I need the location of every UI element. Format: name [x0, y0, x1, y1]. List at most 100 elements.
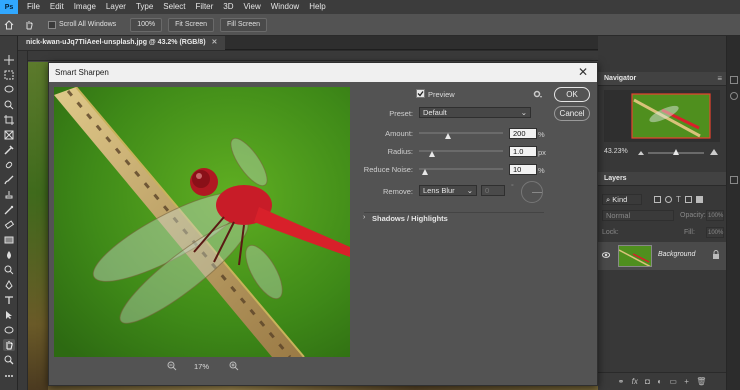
navigator-panel-header: Navigator ≡ — [598, 72, 726, 86]
adjustment-layer-icon[interactable]: ◐ — [657, 377, 662, 386]
menu-select[interactable]: Select — [158, 0, 190, 14]
ellipse-tool-icon[interactable] — [3, 324, 15, 336]
preset-select[interactable]: Default ⌄ — [419, 107, 531, 118]
smart-object-filter-icon[interactable] — [695, 196, 703, 203]
fx-icon[interactable]: fx — [632, 377, 638, 386]
fill-field[interactable]: 100% — [706, 227, 724, 238]
trash-icon[interactable]: 🗑 — [696, 377, 706, 386]
layer-filter-kind[interactable]: ⌕ Kind — [602, 194, 642, 205]
dock-icon-3[interactable] — [730, 176, 738, 184]
close-tab-icon[interactable]: ✕ — [212, 36, 218, 50]
shadows-highlights-toggle[interactable]: Shadows / Highlights — [372, 214, 448, 223]
cancel-button[interactable]: Cancel — [554, 106, 590, 121]
move-tool-icon[interactable] — [3, 54, 15, 66]
healing-brush-tool-icon[interactable] — [3, 159, 15, 171]
photoshop-logo-icon[interactable]: Ps — [0, 0, 18, 14]
path-selection-tool-icon[interactable] — [3, 309, 15, 321]
brush-tool-icon[interactable] — [3, 174, 15, 186]
dock-icon-2[interactable] — [730, 92, 738, 100]
menu-help[interactable]: Help — [304, 0, 330, 14]
navigator-slider-thumb[interactable] — [673, 149, 679, 155]
zoom-out-mountain-icon[interactable] — [638, 149, 644, 155]
eyedropper-tool-icon[interactable] — [3, 144, 15, 156]
lock-icon — [712, 250, 720, 260]
zoom-100-button[interactable]: 100% — [130, 17, 163, 32]
menu-view[interactable]: View — [239, 0, 266, 14]
zoom-in-icon[interactable] — [229, 361, 239, 371]
crop-tool-icon[interactable] — [3, 114, 15, 126]
zoom-out-icon[interactable] — [167, 361, 177, 371]
scroll-all-windows-checkbox[interactable]: Scroll All Windows — [48, 20, 116, 29]
zoom-in-mountain-icon[interactable] — [710, 148, 718, 155]
angle-dial[interactable] — [521, 181, 543, 203]
menu-file[interactable]: File — [22, 0, 45, 14]
hand-tool-icon[interactable] — [18, 20, 40, 30]
menu-filter[interactable]: Filter — [191, 0, 219, 14]
layer-name[interactable]: Background — [658, 251, 695, 258]
link-layers-icon[interactable]: ⚭ — [618, 377, 625, 386]
menu-edit[interactable]: Edit — [45, 0, 69, 14]
dock-icon-1[interactable] — [730, 76, 738, 84]
clone-stamp-tool-icon[interactable] — [3, 189, 15, 201]
layers-title[interactable]: Layers — [604, 175, 627, 182]
zoom-tool-icon[interactable] — [3, 354, 15, 366]
document-tab-title: nick-kwan-uJq7TIiAeel-unsplash.jpg @ 43.… — [26, 39, 206, 46]
remove-select[interactable]: Lens Blur ⌄ — [419, 185, 477, 196]
pen-tool-icon[interactable] — [3, 279, 15, 291]
type-filter-icon[interactable]: T — [676, 195, 681, 204]
pixel-filter-icon[interactable] — [654, 196, 661, 203]
adjustment-filter-icon[interactable] — [665, 196, 672, 203]
document-tab[interactable]: nick-kwan-uJq7TIiAeel-unsplash.jpg @ 43.… — [18, 36, 226, 50]
panel-menu-icon[interactable]: ≡ — [717, 74, 722, 83]
angle-field[interactable]: 0 — [481, 185, 505, 196]
layer-thumbnail — [618, 245, 652, 267]
group-icon[interactable]: ▭ — [669, 377, 677, 386]
menu-type[interactable]: Type — [131, 0, 158, 14]
menu-3d[interactable]: 3D — [218, 0, 238, 14]
blur-tool-icon[interactable] — [3, 249, 15, 261]
frame-tool-icon[interactable] — [3, 129, 15, 141]
navigator-thumbnail[interactable] — [604, 90, 720, 142]
preview-image[interactable] — [54, 87, 350, 357]
preview-checkbox[interactable] — [416, 89, 425, 98]
type-tool-icon[interactable] — [3, 294, 15, 306]
canvas-image-left-edge — [28, 62, 48, 390]
fit-screen-button[interactable]: Fit Screen — [168, 17, 214, 32]
blend-mode-select[interactable]: Normal — [602, 210, 674, 221]
marquee-tool-icon[interactable] — [3, 69, 15, 81]
mask-icon[interactable]: ◘ — [645, 377, 650, 386]
chevron-right-icon[interactable]: › — [363, 214, 365, 221]
shape-filter-icon[interactable] — [684, 196, 692, 203]
amount-field[interactable]: 200 — [509, 128, 537, 139]
more-tools-icon[interactable] — [3, 370, 15, 382]
close-icon[interactable]: ✕ — [577, 66, 589, 78]
lasso-tool-icon[interactable] — [3, 84, 15, 96]
reduce-noise-slider-thumb[interactable] — [421, 169, 428, 175]
radius-slider-thumb[interactable] — [428, 151, 435, 157]
opacity-field[interactable]: 100% — [706, 210, 724, 221]
gradient-tool-icon[interactable] — [3, 234, 15, 246]
navigator-title[interactable]: Navigator — [604, 75, 636, 82]
amount-slider-thumb[interactable] — [445, 133, 452, 139]
reduce-noise-slider[interactable] — [419, 168, 503, 170]
menu-window[interactable]: Window — [266, 0, 304, 14]
ok-button[interactable]: OK — [554, 87, 590, 102]
dodge-tool-icon[interactable] — [3, 264, 15, 276]
navigator-zoom-value[interactable]: 43.23% — [604, 148, 628, 155]
preview-label[interactable]: Preview — [428, 90, 455, 99]
amount-slider[interactable] — [419, 132, 503, 134]
reduce-noise-field[interactable]: 10 — [509, 164, 537, 175]
menu-layer[interactable]: Layer — [101, 0, 131, 14]
fill-screen-button[interactable]: Fill Screen — [220, 17, 268, 32]
menu-image[interactable]: Image — [69, 0, 101, 14]
eraser-tool-icon[interactable] — [3, 219, 15, 231]
layer-row[interactable]: Background — [598, 242, 726, 270]
history-brush-tool-icon[interactable] — [3, 204, 15, 216]
quick-select-tool-icon[interactable] — [3, 99, 15, 111]
radius-field[interactable]: 1.0 — [509, 146, 537, 157]
hand-tool-active-icon[interactable] — [3, 339, 15, 351]
new-layer-icon[interactable]: + — [684, 377, 689, 386]
eye-icon[interactable] — [602, 251, 610, 259]
home-icon[interactable] — [0, 19, 18, 30]
gear-icon[interactable] — [533, 90, 543, 99]
